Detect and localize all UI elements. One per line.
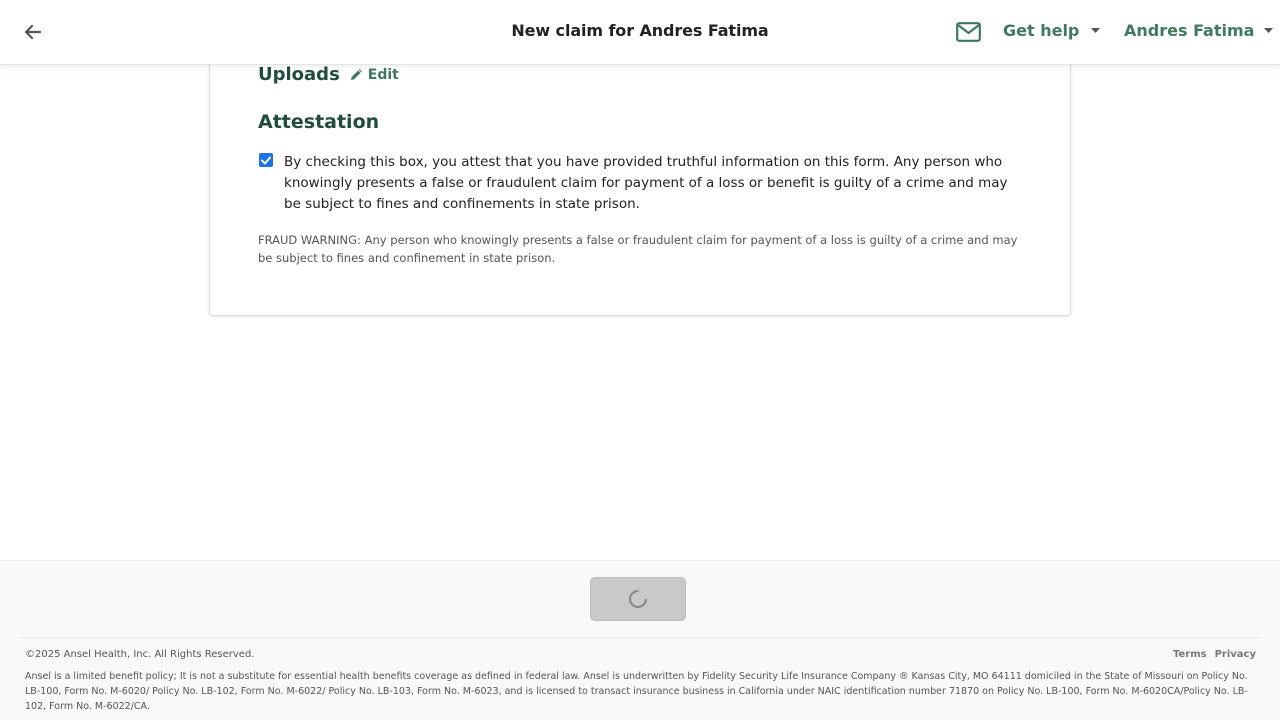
submit-claim-button[interactable] — [590, 577, 686, 621]
user-menu[interactable]: Andres Fatima — [1124, 21, 1274, 40]
pencil-icon — [350, 69, 362, 80]
legal-disclaimer: Ansel is a limited benefit policy; It is… — [25, 671, 1248, 712]
uploads-section-header: Uploads Edit — [258, 64, 399, 85]
checkmark-icon — [261, 156, 271, 164]
top-navigation-bar: New claim for Andres Fatima Get help And… — [0, 0, 1280, 65]
caret-down-icon — [1264, 27, 1274, 33]
user-name: Andres Fatima — [1124, 21, 1255, 40]
terms-link[interactable]: Terms — [1173, 649, 1207, 660]
mail-icon[interactable] — [956, 22, 981, 46]
attestation-text: By checking this box, you attest that yo… — [284, 154, 1008, 212]
privacy-link[interactable]: Privacy — [1215, 649, 1256, 660]
footer: ©2025 Ansel Health, Inc. All Rights Rese… — [0, 560, 1280, 720]
loading-spinner-icon — [628, 589, 648, 609]
footer-links: Terms Privacy — [1165, 649, 1256, 660]
footer-divider — [20, 637, 1260, 638]
edit-label: Edit — [367, 66, 399, 83]
fraud-warning: FRAUD WARNING: Any person who knowingly … — [258, 233, 1018, 265]
caret-down-icon — [1091, 27, 1101, 33]
get-help-label: Get help — [1003, 21, 1080, 40]
attestation-title: Attestation — [258, 111, 380, 133]
copyright: ©2025 Ansel Health, Inc. All Rights Rese… — [25, 649, 255, 660]
edit-uploads-link[interactable]: Edit — [350, 67, 399, 83]
attestation-checkbox[interactable] — [259, 153, 273, 167]
get-help-menu[interactable]: Get help — [1003, 21, 1101, 40]
claim-review-card: Uploads Edit Attestation By checking thi… — [209, 40, 1071, 316]
uploads-title: Uploads — [258, 64, 340, 85]
